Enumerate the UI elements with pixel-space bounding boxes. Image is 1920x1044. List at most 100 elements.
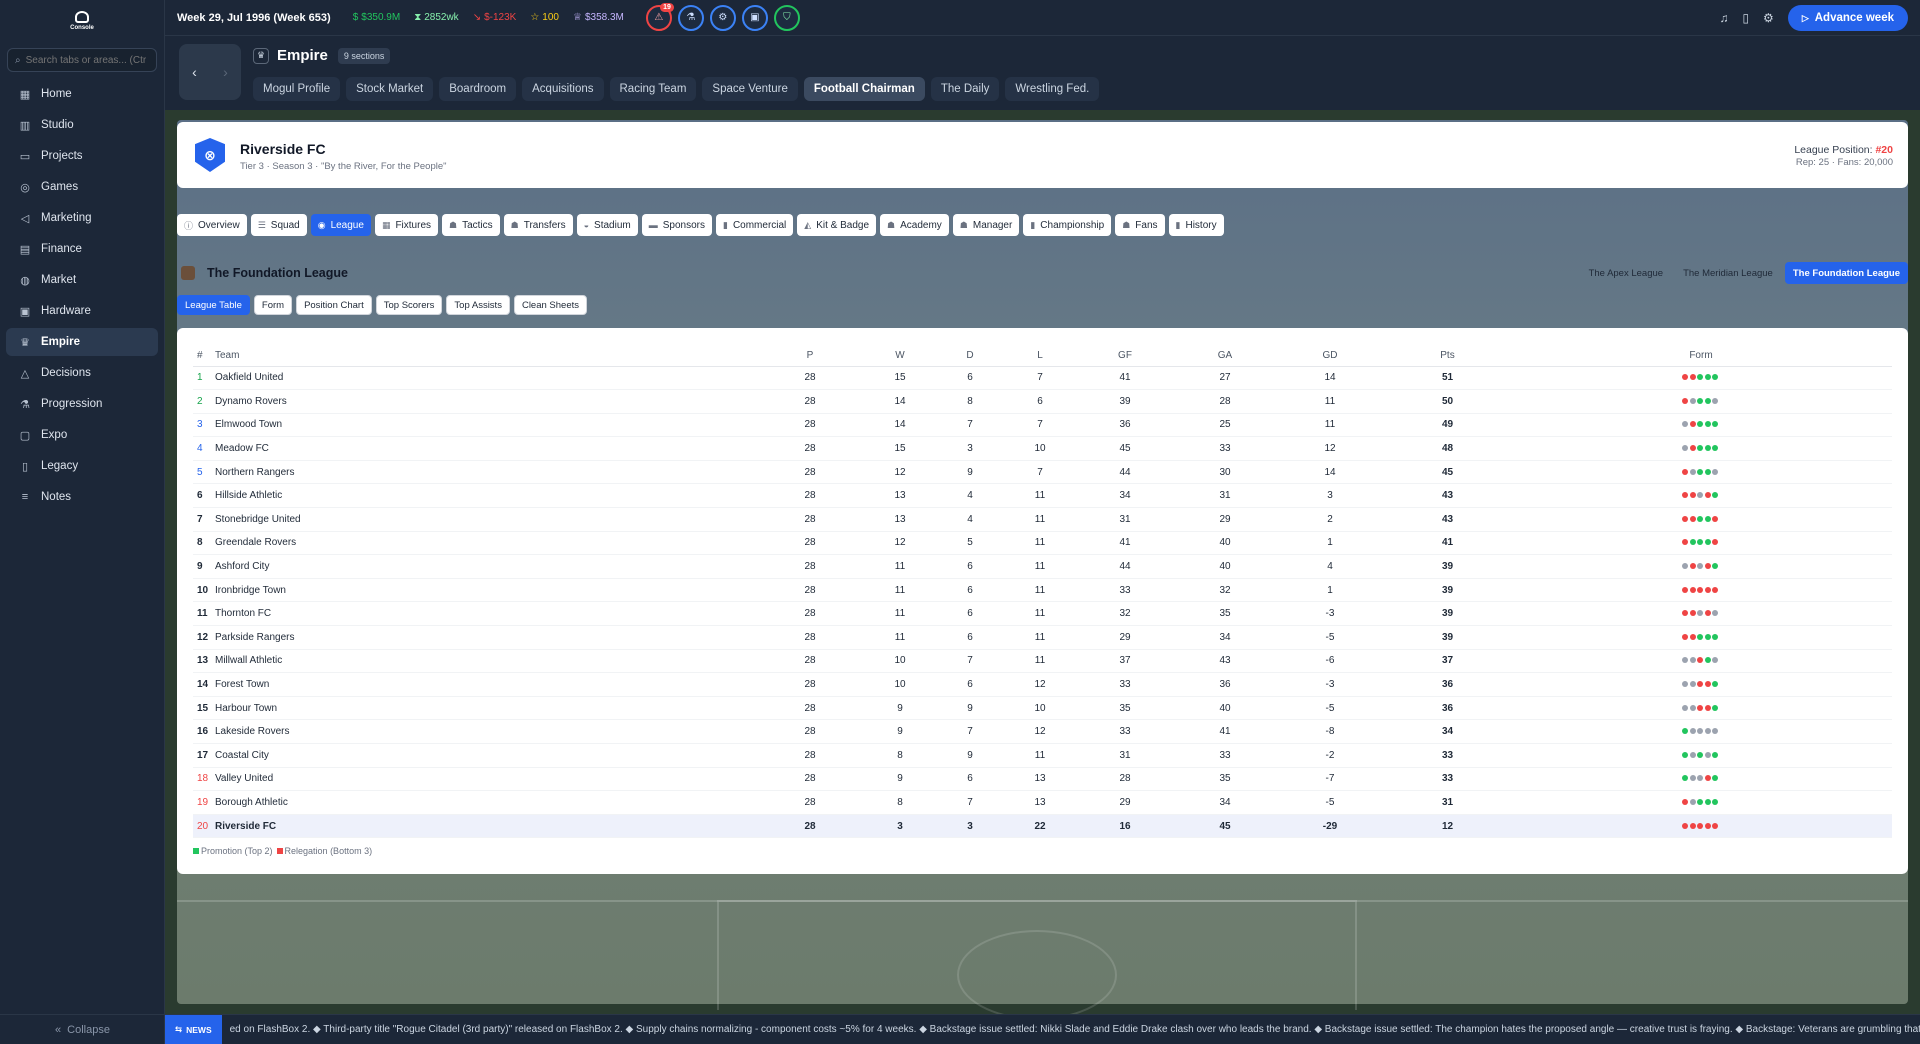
cell-team[interactable]: Forest Town: [215, 672, 755, 697]
sidebar-item-empire[interactable]: ♛ Empire: [6, 328, 158, 356]
sidebar-item-expo[interactable]: ▢ Expo: [6, 421, 158, 449]
col-played[interactable]: P: [755, 346, 865, 367]
sidebar-item-games[interactable]: ◎ Games: [6, 173, 158, 201]
collapse-button[interactable]: « Collapse: [0, 1014, 165, 1044]
tab-stock-market[interactable]: Stock Market: [346, 77, 434, 101]
club-tab-stadium[interactable]: ◒ Stadium: [576, 214, 638, 236]
sidebar-item-studio[interactable]: ▥ Studio: [6, 111, 158, 139]
table-row[interactable]: 17 Coastal City 28 8 9 11 31 33 -2 33: [193, 743, 1892, 768]
cell-team[interactable]: Borough Athletic: [215, 790, 755, 815]
cell-team[interactable]: Stonebridge United: [215, 507, 755, 532]
tab-wrestling-fed-[interactable]: Wrestling Fed.: [1005, 77, 1100, 101]
news-badge[interactable]: ⇆ NEWS: [165, 1015, 222, 1044]
table-row[interactable]: 2 Dynamo Rovers 28 14 8 6 39 28 11 50: [193, 389, 1892, 414]
cell-team[interactable]: Harbour Town: [215, 696, 755, 721]
search-box[interactable]: ⌕: [7, 48, 157, 72]
club-tab-academy[interactable]: ☗ Academy: [880, 214, 949, 236]
cell-team[interactable]: Millwall Athletic: [215, 649, 755, 674]
alerts-button[interactable]: ⚠ 19: [645, 2, 674, 31]
cell-team[interactable]: Elmwood Town: [215, 413, 755, 438]
tab-space-venture[interactable]: Space Venture: [702, 77, 798, 101]
col-ga[interactable]: GA: [1175, 346, 1275, 367]
club-tab-fixtures[interactable]: ▦ Fixtures: [374, 214, 439, 236]
tab-mogul-profile[interactable]: Mogul Profile: [253, 77, 341, 101]
cell-team[interactable]: Northern Rangers: [215, 460, 755, 485]
col-points[interactable]: Pts: [1385, 346, 1510, 367]
cell-team[interactable]: Oakfield United: [215, 366, 755, 391]
view-tab-form[interactable]: Form: [253, 295, 293, 315]
tab-football-chairman[interactable]: Football Chairman: [803, 77, 925, 101]
tab-racing-team[interactable]: Racing Team: [609, 77, 697, 101]
cell-team[interactable]: Hillside Athletic: [215, 483, 755, 509]
settings-circle-button[interactable]: ⚙: [709, 4, 736, 31]
table-row[interactable]: 13 Millwall Athletic 28 10 7 11 37 43 -6 37: [193, 649, 1892, 674]
table-row[interactable]: 5 Northern Rangers 28 12 9 7 44 30 14 45: [193, 460, 1892, 485]
save-button[interactable]: ▣: [741, 4, 768, 31]
table-row[interactable]: 15 Harbour Town 28 9 9 10 35 40 -5 36: [193, 696, 1892, 721]
search-input[interactable]: [25, 54, 146, 66]
cell-team[interactable]: Valley United: [215, 767, 755, 792]
club-tab-league[interactable]: ◉ League: [310, 214, 371, 236]
shield-button[interactable]: ⛉: [773, 4, 800, 31]
col-gd[interactable]: GD: [1275, 346, 1385, 367]
sidebar-item-progression[interactable]: ⚗ Progression: [6, 390, 158, 418]
table-row[interactable]: 4 Meadow FC 28 15 3 10 45 33 12 48: [193, 436, 1892, 461]
club-tab-tactics[interactable]: ☗ Tactics: [442, 214, 500, 236]
col-team[interactable]: Team: [215, 346, 755, 367]
cell-team[interactable]: Parkside Rangers: [215, 625, 755, 650]
club-tab-sponsors[interactable]: ▬ Sponsors: [641, 214, 712, 236]
table-row[interactable]: 9 Ashford City 28 11 6 11 44 40 4 39: [193, 554, 1892, 579]
table-row[interactable]: 14 Forest Town 28 10 6 12 33 36 -3 36: [193, 672, 1892, 697]
col-drawn[interactable]: D: [935, 346, 1005, 367]
club-tab-kit-badge[interactable]: ◭ Kit & Badge: [797, 214, 877, 236]
table-row[interactable]: 3 Elmwood Town 28 14 7 7 36 25 11 49: [193, 413, 1892, 438]
club-tab-overview[interactable]: ⓘ Overview: [177, 214, 247, 236]
sidebar-item-projects[interactable]: ▭ Projects: [6, 142, 158, 170]
sidebar-item-market[interactable]: ◍ Market: [6, 266, 158, 294]
col-gf[interactable]: GF: [1075, 346, 1175, 367]
table-row[interactable]: 6 Hillside Athletic 28 13 4 11 34 31 3 43: [193, 483, 1892, 509]
advance-week-button[interactable]: ▷ Advance week: [1787, 5, 1908, 31]
league-option-the-foundation-league[interactable]: The Foundation League: [1784, 262, 1908, 284]
cell-team[interactable]: Dynamo Rovers: [215, 389, 755, 414]
club-tab-fans[interactable]: ☗ Fans: [1115, 214, 1165, 236]
club-tab-manager[interactable]: ☗ Manager: [952, 214, 1020, 236]
tab-boardroom[interactable]: Boardroom: [439, 77, 517, 101]
tab-the-daily[interactable]: The Daily: [930, 77, 1000, 101]
club-tab-championship[interactable]: ▮ Championship: [1023, 214, 1112, 236]
table-row[interactable]: 18 Valley United 28 9 6 13 28 35 -7 33: [193, 767, 1892, 792]
gear-icon[interactable]: ⚙: [1763, 11, 1774, 25]
view-tab-top-scorers[interactable]: Top Scorers: [375, 295, 443, 315]
sidebar-item-notes[interactable]: ≡ Notes: [6, 483, 158, 511]
cell-team[interactable]: Lakeside Rovers: [215, 719, 755, 744]
col-lost[interactable]: L: [1005, 346, 1075, 367]
tab-acquisitions[interactable]: Acquisitions: [522, 77, 604, 101]
table-row[interactable]: 12 Parkside Rangers 28 11 6 11 29 34 -5 39: [193, 625, 1892, 650]
club-tab-squad[interactable]: ☰ Squad: [250, 214, 307, 236]
view-tab-position-chart[interactable]: Position Chart: [296, 295, 372, 315]
back-button[interactable]: ‹: [179, 44, 210, 100]
cell-team[interactable]: Coastal City: [215, 743, 755, 768]
table-row[interactable]: 11 Thornton FC 28 11 6 11 32 35 -3 39: [193, 601, 1892, 627]
club-tab-commercial[interactable]: ▮ Commercial: [715, 214, 794, 236]
view-tab-top-assists[interactable]: Top Assists: [446, 295, 510, 315]
club-tab-history[interactable]: ▮ History: [1168, 214, 1224, 236]
col-rank[interactable]: #: [193, 346, 215, 367]
sidebar-item-marketing[interactable]: ◁ Marketing: [6, 204, 158, 232]
app-logo[interactable]: Console: [0, 0, 164, 42]
view-tab-league-table[interactable]: League Table: [177, 295, 250, 315]
table-row[interactable]: 19 Borough Athletic 28 8 7 13 29 34 -5 31: [193, 790, 1892, 815]
cell-team[interactable]: Meadow FC: [215, 436, 755, 461]
league-option-the-meridian-league[interactable]: The Meridian League: [1675, 262, 1781, 284]
sidebar-item-decisions[interactable]: △ Decisions: [6, 359, 158, 387]
cell-team[interactable]: Greendale Rovers: [215, 531, 755, 556]
research-button[interactable]: ⚗: [677, 4, 704, 31]
view-tab-clean-sheets[interactable]: Clean Sheets: [513, 295, 587, 315]
col-won[interactable]: W: [865, 346, 935, 367]
table-row[interactable]: 1 Oakfield United 28 15 6 7 41 27 14 51: [193, 366, 1892, 391]
table-row[interactable]: 8 Greendale Rovers 28 12 5 11 41 40 1 41: [193, 531, 1892, 556]
cell-team[interactable]: Thornton FC: [215, 601, 755, 627]
table-row[interactable]: 20 Riverside FC 28 3 3 22 16 45 -29 12: [193, 814, 1892, 839]
table-row[interactable]: 16 Lakeside Rovers 28 9 7 12 33 41 -8 34: [193, 719, 1892, 744]
table-row[interactable]: 7 Stonebridge United 28 13 4 11 31 29 2 43: [193, 507, 1892, 532]
